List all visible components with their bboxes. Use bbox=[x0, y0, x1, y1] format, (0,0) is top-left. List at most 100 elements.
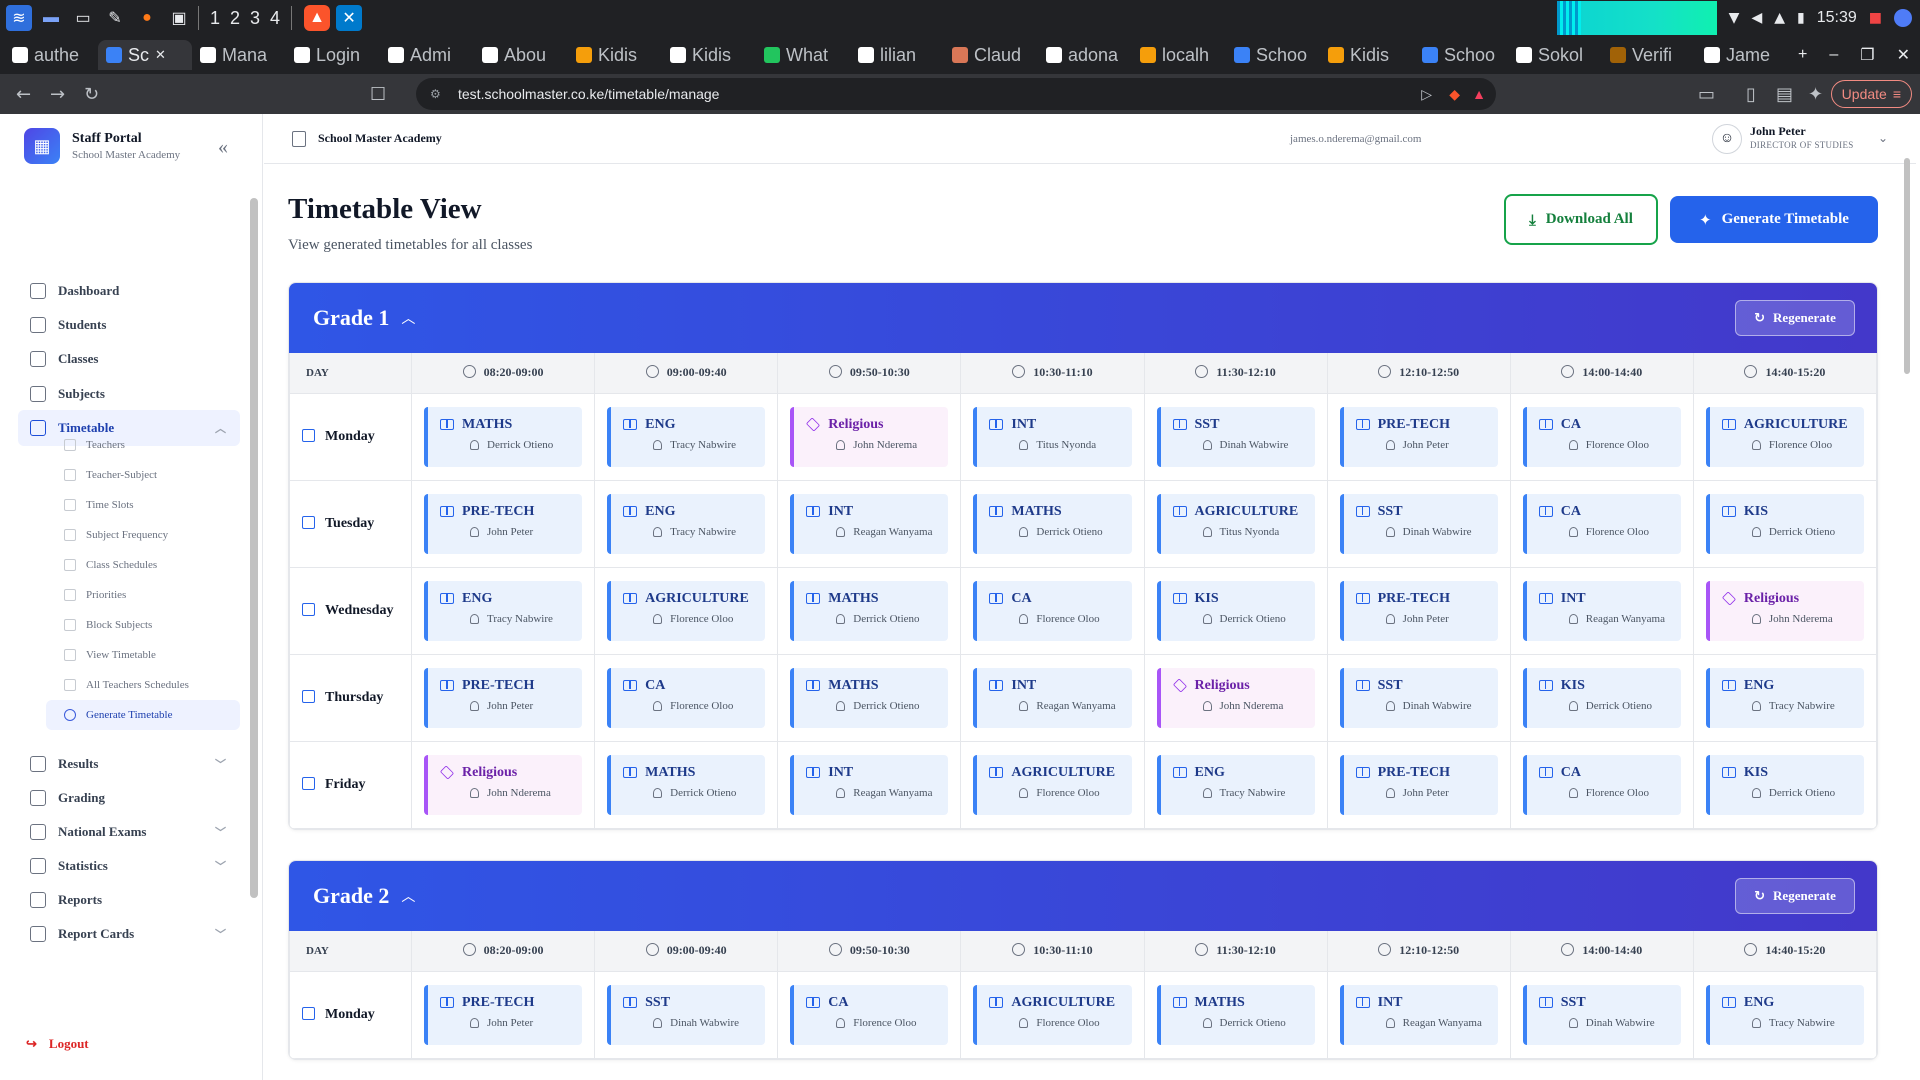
sidebar-subitem-teachers[interactable]: Teachers bbox=[46, 430, 240, 460]
lesson-card[interactable]: PRE-TECH John Peter bbox=[424, 667, 583, 728]
sidebar-scrollbar[interactable] bbox=[250, 184, 258, 1014]
browser-tab[interactable]: Verifi bbox=[1602, 40, 1696, 70]
sidebar-item-results[interactable]: Results ﹀ bbox=[18, 746, 240, 782]
regenerate-button[interactable]: ↻ Regenerate bbox=[1735, 878, 1855, 914]
avatar[interactable]: ☺ bbox=[1712, 123, 1742, 154]
volume-icon[interactable]: ◀ bbox=[1751, 10, 1762, 26]
sidebar-item-grading[interactable]: Grading bbox=[18, 780, 240, 816]
reload-icon[interactable]: ↻ bbox=[84, 84, 102, 105]
sidebar-item-students[interactable]: Students bbox=[18, 307, 240, 343]
lesson-card[interactable]: Religious John Nderema bbox=[1156, 667, 1315, 728]
browser-tab[interactable]: authe bbox=[4, 40, 98, 70]
workspace-3[interactable]: 3 bbox=[250, 8, 260, 29]
lesson-card[interactable]: AGRICULTURE Florence Oloo bbox=[973, 754, 1132, 815]
files-icon[interactable]: ▭ bbox=[70, 5, 96, 31]
workspace-1[interactable]: 1 bbox=[210, 8, 220, 29]
browser-tab[interactable]: Sc ✕ bbox=[98, 40, 192, 70]
browser-tab[interactable]: Kidis bbox=[1320, 40, 1414, 70]
sidebar-subitem-time-slots[interactable]: Time Slots bbox=[46, 490, 240, 520]
main-scroll-thumb[interactable] bbox=[1904, 158, 1910, 374]
new-tab-icon[interactable]: + bbox=[1798, 46, 1807, 64]
lesson-card[interactable]: INT Reagan Wanyama bbox=[1522, 580, 1681, 641]
lesson-card[interactable]: KIS Derrick Otieno bbox=[1705, 754, 1864, 815]
lesson-card[interactable]: MATHS Derrick Otieno bbox=[790, 580, 949, 641]
site-info-icon[interactable]: ⚙ bbox=[430, 87, 441, 101]
lesson-card[interactable]: SST Dinah Wabwire bbox=[1522, 984, 1681, 1045]
sidebar-item-statistics[interactable]: Statistics ﹀ bbox=[18, 848, 240, 884]
lesson-card[interactable]: KIS Derrick Otieno bbox=[1705, 493, 1864, 554]
close-tab-icon[interactable]: ✕ bbox=[155, 47, 166, 63]
vscode-icon[interactable]: ✕ bbox=[336, 5, 363, 31]
lock-icon[interactable]: ■ bbox=[1869, 10, 1882, 26]
sidebar-subitem-subject-frequency[interactable]: Subject Frequency bbox=[46, 520, 240, 550]
browser-tab[interactable]: Schoo bbox=[1226, 40, 1320, 70]
lesson-card[interactable]: AGRICULTURE Titus Nyonda bbox=[1156, 493, 1315, 554]
browser-tab[interactable]: Schoo bbox=[1414, 40, 1508, 70]
regenerate-button[interactable]: ↻ Regenerate bbox=[1735, 300, 1855, 336]
power-icon[interactable] bbox=[1894, 9, 1912, 27]
browser-tab[interactable]: Login bbox=[286, 40, 380, 70]
lesson-card[interactable]: AGRICULTURE Florence Oloo bbox=[607, 580, 766, 641]
lesson-card[interactable]: ENG Tracy Nabwire bbox=[607, 406, 766, 467]
lesson-card[interactable]: ENG Tracy Nabwire bbox=[1156, 754, 1315, 815]
lesson-card[interactable]: INT Titus Nyonda bbox=[973, 406, 1132, 467]
sidebar-item-reports[interactable]: Reports bbox=[18, 882, 240, 918]
browser-tab[interactable]: adona bbox=[1038, 40, 1132, 70]
collapse-sidebar-icon[interactable]: « bbox=[218, 136, 228, 159]
lesson-card[interactable]: MATHS Derrick Otieno bbox=[1156, 984, 1315, 1045]
grade-header[interactable]: Grade 2 ︿ ↻ Regenerate bbox=[289, 861, 1877, 931]
wallet-icon[interactable]: ▤ bbox=[1776, 84, 1794, 105]
lesson-card[interactable]: INT Reagan Wanyama bbox=[973, 667, 1132, 728]
lesson-card[interactable]: SST Dinah Wabwire bbox=[1339, 493, 1498, 554]
sidebar-subitem-view-timetable[interactable]: View Timetable bbox=[46, 640, 240, 670]
browser-tab[interactable]: What bbox=[756, 40, 850, 70]
browser-tab[interactable]: Kidis bbox=[568, 40, 662, 70]
leo-icon[interactable]: ✦ bbox=[1808, 84, 1826, 105]
lesson-card[interactable]: CA Florence Oloo bbox=[607, 667, 766, 728]
lesson-card[interactable]: SST Dinah Wabwire bbox=[1156, 406, 1315, 467]
lesson-card[interactable]: ENG Tracy Nabwire bbox=[607, 493, 766, 554]
minimize-icon[interactable]: – bbox=[1829, 46, 1838, 64]
sidebar-subitem-all-teachers-schedules[interactable]: All Teachers Schedules bbox=[46, 670, 240, 700]
desktop-icon[interactable]: ▬ bbox=[38, 5, 64, 31]
lesson-card[interactable]: Religious John Nderema bbox=[790, 406, 949, 467]
browser-tab[interactable]: Claud bbox=[944, 40, 1038, 70]
lesson-card[interactable]: PRE-TECH John Peter bbox=[424, 984, 583, 1045]
lesson-card[interactable]: KIS Derrick Otieno bbox=[1156, 580, 1315, 641]
lesson-card[interactable]: PRE-TECH John Peter bbox=[1339, 754, 1498, 815]
brave-shield-icon[interactable]: ◆ bbox=[1449, 86, 1460, 103]
sidebar-item-dashboard[interactable]: Dashboard bbox=[18, 273, 240, 309]
app-menu-icon[interactable]: ≋ bbox=[6, 5, 32, 31]
lesson-card[interactable]: SST Dinah Wabwire bbox=[1339, 667, 1498, 728]
lesson-card[interactable]: MATHS Derrick Otieno bbox=[424, 406, 583, 467]
chevron-up-icon[interactable]: ︿ bbox=[401, 308, 415, 328]
lesson-card[interactable]: Religious John Nderema bbox=[1705, 580, 1864, 641]
update-button[interactable]: Update ≡ bbox=[1830, 80, 1912, 108]
lesson-card[interactable]: ENG Tracy Nabwire bbox=[1705, 984, 1864, 1045]
wifi-icon[interactable]: ▼ bbox=[1729, 10, 1740, 26]
lesson-card[interactable]: AGRICULTURE Florence Oloo bbox=[973, 984, 1132, 1045]
send-icon[interactable]: ▷ bbox=[1421, 86, 1432, 103]
grade-header[interactable]: Grade 1 ︿ ↻ Regenerate bbox=[289, 283, 1877, 353]
sidebar-subitem-teacher-subject[interactable]: Teacher-Subject bbox=[46, 460, 240, 490]
lesson-card[interactable]: MATHS Derrick Otieno bbox=[607, 754, 766, 815]
screenshot-icon[interactable]: ▭ bbox=[1698, 84, 1716, 105]
lesson-card[interactable]: AGRICULTURE Florence Oloo bbox=[1705, 406, 1864, 467]
restore-icon[interactable]: ❐ bbox=[1860, 45, 1874, 65]
url-input[interactable]: ⚙ test.schoolmaster.co.ke/timetable/mana… bbox=[416, 78, 1496, 110]
lesson-card[interactable]: PRE-TECH John Peter bbox=[424, 493, 583, 554]
lesson-card[interactable]: CA Florence Oloo bbox=[1522, 493, 1681, 554]
sidebar-subitem-block-subjects[interactable]: Block Subjects bbox=[46, 610, 240, 640]
lesson-card[interactable]: PRE-TECH John Peter bbox=[1339, 406, 1498, 467]
sidebar-item-classes[interactable]: Classes bbox=[18, 341, 240, 377]
lesson-card[interactable]: Religious John Nderema bbox=[424, 754, 583, 815]
main-scrollbar[interactable] bbox=[1902, 154, 1912, 1074]
sidebar-scroll-thumb[interactable] bbox=[250, 198, 258, 898]
lesson-card[interactable]: PRE-TECH John Peter bbox=[1339, 580, 1498, 641]
workspace-4[interactable]: 4 bbox=[270, 8, 280, 29]
back-icon[interactable]: ← bbox=[16, 84, 34, 105]
browser-tab[interactable]: Admi bbox=[380, 40, 474, 70]
logout-button[interactable]: ↪ Logout bbox=[26, 1036, 89, 1052]
generate-timetable-button[interactable]: ✦ Generate Timetable bbox=[1670, 196, 1878, 243]
browser-tab[interactable]: localh bbox=[1132, 40, 1226, 70]
